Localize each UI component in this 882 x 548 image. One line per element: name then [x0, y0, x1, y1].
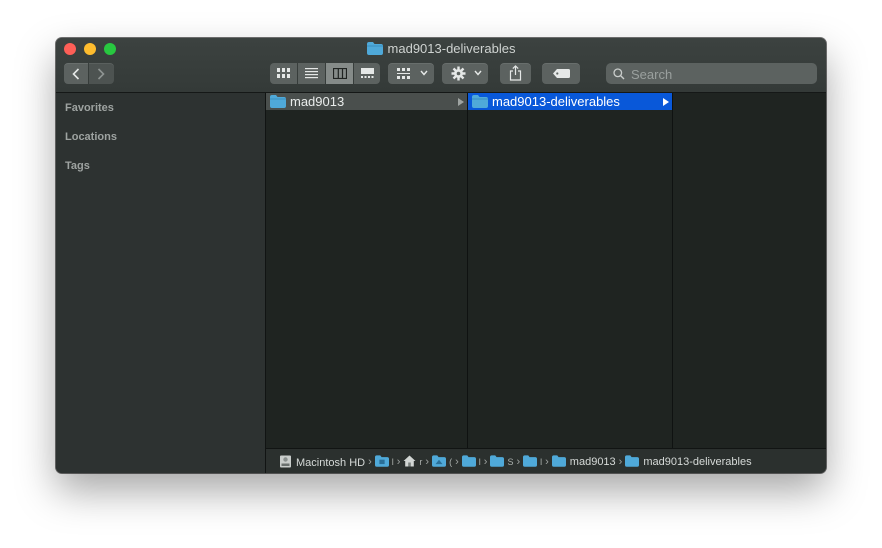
chevron-down-icon: [474, 70, 482, 76]
group-icon: [397, 68, 410, 79]
path-item-macintosh-hd[interactable]: Macintosh HD: [279, 455, 365, 469]
path-separator: ›: [483, 456, 488, 468]
folder-icon: [374, 455, 389, 467]
browser-column-1[interactable]: mad9013: [266, 93, 468, 448]
folder-icon: [270, 95, 286, 108]
folder-icon: [432, 455, 447, 467]
columns-icon: [333, 68, 347, 79]
path-item-folder[interactable]: l: [374, 455, 394, 469]
list-item-mad9013-deliverables[interactable]: mad9013-deliverables: [468, 93, 672, 110]
window-title: mad9013-deliverables: [56, 41, 826, 57]
browser-column-2[interactable]: mad9013-deliverables: [468, 93, 673, 448]
path-separator: ›: [368, 456, 372, 468]
search-input[interactable]: [629, 64, 813, 85]
tag-icon: [553, 69, 570, 78]
gallery-view-button[interactable]: [354, 63, 380, 84]
path-bar: Macintosh HD › l › r › ( › l › S › l › m…: [266, 448, 826, 473]
list-item-mad9013[interactable]: mad9013: [266, 93, 467, 110]
path-item-home[interactable]: r: [403, 455, 422, 469]
gallery-icon: [361, 68, 374, 78]
folder-icon: [523, 455, 538, 467]
share-button[interactable]: [500, 63, 531, 84]
browser-column-3[interactable]: [673, 93, 826, 448]
gear-icon: [451, 66, 466, 81]
folder-icon: [472, 95, 488, 108]
icon-view-button[interactable]: [270, 63, 297, 84]
share-icon: [509, 65, 522, 81]
path-separator: ›: [618, 456, 623, 468]
view-mode-control: [270, 63, 380, 84]
window-title-text: mad9013-deliverables: [387, 41, 516, 56]
folder-icon: [551, 455, 566, 467]
hard-drive-icon: [280, 455, 291, 468]
chevron-right-icon: [97, 68, 105, 80]
group-by-button[interactable]: [388, 63, 434, 84]
path-item-mad9013-deliverables[interactable]: mad9013-deliverables: [625, 455, 752, 469]
finder-window: mad9013-deliverables Search Favorites Lo…: [56, 38, 826, 473]
sidebar-section-tags[interactable]: Tags: [65, 160, 90, 172]
list-item-label: mad9013: [290, 94, 345, 109]
home-icon: [403, 455, 416, 467]
chevron-down-icon: [420, 70, 428, 76]
folder-icon: [461, 455, 476, 467]
path-separator: ›: [545, 456, 549, 468]
sidebar-section-locations[interactable]: Locations: [65, 131, 117, 143]
path-separator: ›: [396, 456, 401, 468]
tags-button[interactable]: [542, 63, 580, 84]
titlebar: mad9013-deliverables: [56, 38, 826, 93]
path-separator: ›: [516, 456, 521, 468]
forward-button[interactable]: [89, 63, 114, 84]
back-button[interactable]: [64, 63, 88, 84]
search-icon: [613, 68, 625, 80]
column-view-button[interactable]: [326, 63, 353, 84]
list-item-label: mad9013-deliverables: [492, 94, 620, 109]
folder-icon: [625, 455, 640, 467]
action-button[interactable]: [442, 63, 488, 84]
path-separator: ›: [455, 456, 459, 468]
disclosure-arrow-icon: [458, 98, 464, 106]
folder-icon: [490, 455, 505, 467]
breadcrumb: Macintosh HD › l › r › ( › l › S › l › m…: [279, 455, 752, 469]
sidebar-section-favorites[interactable]: Favorites: [65, 102, 114, 114]
list-icon: [305, 68, 318, 79]
path-item-folder[interactable]: l: [461, 455, 481, 469]
grid-icon: [277, 68, 290, 78]
path-item-folder[interactable]: l: [523, 455, 542, 469]
search-field[interactable]: [606, 63, 817, 85]
path-separator: ›: [425, 456, 430, 468]
path-item-mad9013[interactable]: mad9013: [551, 455, 616, 469]
disclosure-arrow-icon: [663, 98, 669, 106]
path-item-folder[interactable]: S: [490, 455, 513, 469]
list-view-button[interactable]: [298, 63, 325, 84]
path-item-folder[interactable]: (: [432, 455, 452, 469]
sidebar: Favorites Locations Tags: [56, 93, 266, 473]
chevron-left-icon: [72, 68, 80, 80]
folder-icon: [366, 42, 383, 59]
